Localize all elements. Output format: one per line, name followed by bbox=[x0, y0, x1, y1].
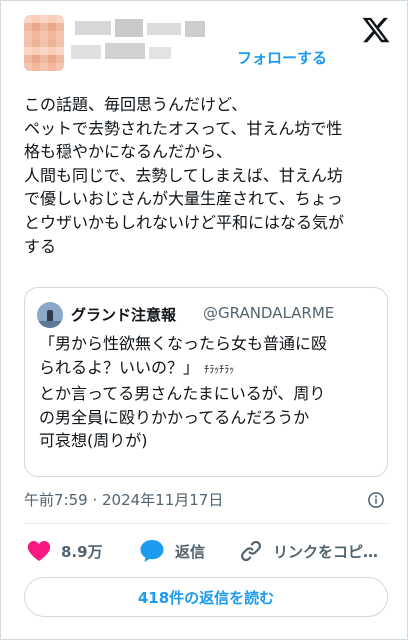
copy-link-label: リンクをコピ… bbox=[273, 542, 379, 561]
tweet-line: この話題、毎回思うんだけど、 bbox=[24, 95, 248, 114]
quote-line: 「男から性欲無くなったら女も普通に殴 bbox=[39, 334, 328, 353]
tweet-line: とウザいかもしれないけど平和にはなる気が bbox=[24, 212, 345, 232]
tweet-line: 人間も同じで、去勢してしまえば、甘えん坊 bbox=[24, 165, 343, 185]
quoted-author-name[interactable]: グランド注意報 bbox=[71, 304, 176, 325]
x-logo-icon[interactable] bbox=[361, 15, 391, 45]
tweet-text: この話題、毎回思うんだけど、 ペットで去勢されたオスって、甘えん坊で性 格も穏や… bbox=[24, 93, 394, 258]
copy-link-button[interactable]: リンクをコピ… bbox=[239, 539, 378, 563]
reply-bubble-icon bbox=[140, 540, 164, 562]
follow-button[interactable]: フォローする bbox=[237, 47, 327, 68]
tweet-timestamp[interactable]: 午前7:59 · 2024年11月17日 bbox=[24, 489, 223, 510]
quote-line-main: られるよ？いいの？」 bbox=[39, 357, 200, 377]
quote-line: の男全員に殴りかかってるんだろうか bbox=[39, 407, 310, 427]
reply-label: 返信 bbox=[175, 542, 206, 561]
tweet-line: で優しいおじさんが大量生産されて、ちょっ bbox=[24, 189, 343, 209]
link-icon bbox=[240, 540, 262, 562]
quoted-author-handle[interactable]: @GRANDALARME bbox=[203, 304, 334, 322]
divider bbox=[24, 523, 388, 524]
heart-icon bbox=[27, 541, 51, 561]
like-button[interactable]: 8.9万 bbox=[27, 539, 103, 563]
quote-line-small: ﾁﾗｯﾁﾗｯ bbox=[204, 364, 235, 376]
like-count: 8.9万 bbox=[61, 542, 103, 561]
read-replies-button[interactable]: 418件の返信を読む bbox=[24, 577, 388, 617]
author-avatar[interactable] bbox=[24, 15, 64, 71]
quote-line: とか言ってる男さんたまにいるが、周り bbox=[39, 384, 326, 403]
tweet-line: 格も穏やかになるんだから、 bbox=[24, 142, 233, 162]
quote-line: られるよ？いいの？」 ﾁﾗｯﾁﾗｯ bbox=[39, 356, 379, 383]
info-icon[interactable] bbox=[367, 491, 385, 509]
reply-button[interactable]: 返信 bbox=[139, 539, 205, 563]
tweet-line: ペットで去勢されたオスって、甘えん坊で性 bbox=[24, 118, 343, 138]
author-name-blurred[interactable] bbox=[71, 19, 221, 69]
tweet-line: する bbox=[24, 236, 57, 256]
quoted-tweet[interactable]: グランド注意報 @GRANDALARME 「男から性欲無くなったら女も普通に殴 … bbox=[24, 287, 388, 477]
quote-line: 可哀想(周りが) bbox=[39, 431, 148, 450]
quoted-tweet-text: 「男から性欲無くなったら女も普通に殴 られるよ？いいの？」 ﾁﾗｯﾁﾗｯ とか言… bbox=[39, 332, 379, 453]
quoted-author-avatar[interactable] bbox=[37, 302, 63, 328]
tweet-embed-card: フォローする この話題、毎回思うんだけど、 ペットで去勢されたオスって、甘えん坊… bbox=[0, 0, 408, 640]
